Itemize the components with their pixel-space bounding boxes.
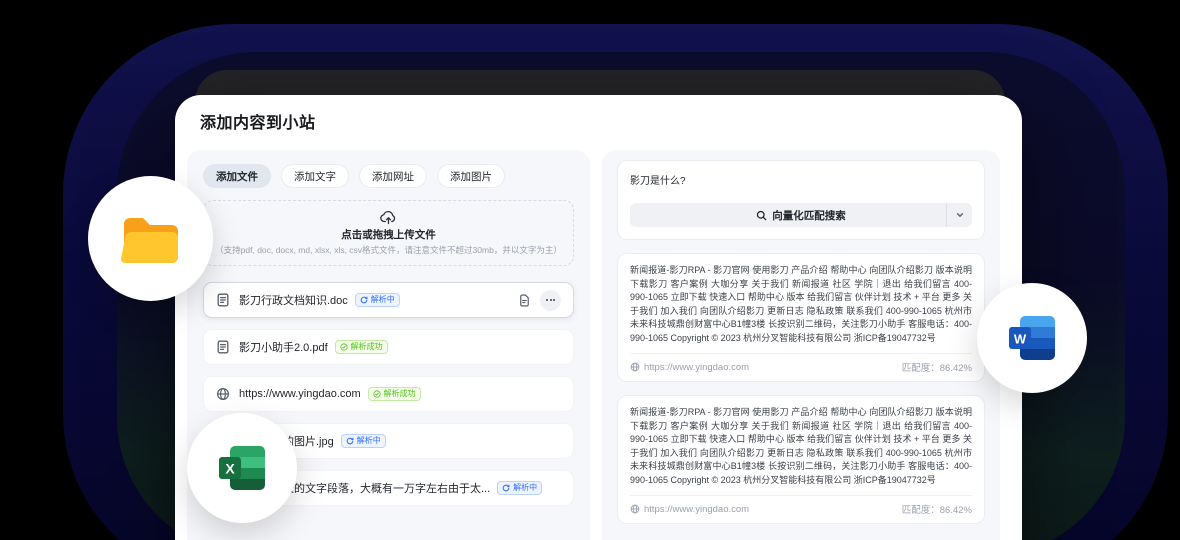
tab-add-file[interactable]: 添加文件 [203, 164, 271, 188]
file-name: 影刀行政文档知识.doc [239, 292, 348, 308]
result-source: https://www.yingdao.com [630, 362, 749, 373]
svg-text:W: W [1014, 332, 1027, 347]
upload-title: 点击或拖拽上传文件 [341, 227, 436, 242]
search-panel: 影刀是什么? 向量化匹配搜索 新闻报道-影刀RPA - 影刀官网 使用影刀 产品… [602, 150, 1000, 540]
main-card: 添加内容到小站 添加文件 添加文字 添加网址 添加图片 点击或拖拽上传文件 （支… [175, 95, 1022, 540]
vector-search-button[interactable]: 向量化匹配搜索 [630, 203, 972, 227]
tab-add-text[interactable]: 添加文字 [281, 164, 349, 188]
folder-decoration [88, 176, 213, 301]
match-score: 匹配度：86.42% [902, 502, 972, 516]
vector-search-label: 向量化匹配搜索 [772, 208, 846, 223]
chevron-down-icon [955, 210, 965, 220]
loading-icon [502, 484, 510, 492]
svg-text:X: X [225, 461, 235, 477]
match-score: 匹配度：86.42% [902, 360, 972, 374]
result-text: 新闻报道-影刀RPA - 影刀官网 使用影刀 产品介绍 帮助中心 向团队介绍影刀… [630, 264, 972, 345]
search-mode-dropdown[interactable] [946, 203, 972, 227]
status-badge: 解析中 [497, 481, 542, 495]
word-icon: W [1007, 315, 1057, 361]
query-card: 影刀是什么? 向量化匹配搜索 [617, 160, 985, 240]
excel-icon: X [217, 445, 267, 491]
status-badge: 解析中 [341, 434, 386, 448]
row-actions [518, 290, 561, 311]
check-circle-icon [340, 343, 348, 351]
file-name: 影刀小助手2.0.pdf [239, 339, 328, 355]
stage: 添加内容到小站 添加文件 添加文字 添加网址 添加图片 点击或拖拽上传文件 （支… [0, 0, 1180, 540]
status-badge: 解析中 [355, 293, 400, 307]
add-content-tabs: 添加文件 添加文字 添加网址 添加图片 [203, 164, 574, 188]
upload-dropzone[interactable]: 点击或拖拽上传文件 （支持pdf, doc, docx, md, xlsx, x… [203, 200, 574, 266]
file-row[interactable]: https://www.yingdao.com 解析成功 [203, 376, 574, 412]
status-badge: 解析成功 [335, 340, 388, 354]
loading-icon [360, 296, 368, 304]
tab-add-image[interactable]: 添加图片 [437, 164, 505, 188]
page-title: 添加内容到小站 [200, 109, 316, 133]
search-result-card: 新闻报道-影刀RPA - 影刀官网 使用影刀 产品介绍 帮助中心 向团队介绍影刀… [617, 395, 985, 524]
file-name: https://www.yingdao.com [239, 388, 361, 400]
file-row[interactable]: 影刀行政文档知识.doc 解析中 [203, 282, 574, 318]
folder-icon [118, 212, 184, 266]
word-decoration: W [977, 283, 1087, 393]
tab-add-url[interactable]: 添加网址 [359, 164, 427, 188]
upload-hint: （支持pdf, doc, docx, md, xlsx, xls, csv格式文… [215, 244, 562, 256]
preview-document-icon[interactable] [518, 294, 531, 307]
check-circle-icon [373, 390, 381, 398]
globe-icon [630, 504, 640, 514]
excel-decoration: X [187, 413, 297, 523]
cloud-upload-icon [380, 210, 397, 225]
globe-icon [216, 387, 230, 401]
search-result-card: 新闻报道-影刀RPA - 影刀官网 使用影刀 产品介绍 帮助中心 向团队介绍影刀… [617, 253, 985, 382]
document-icon [216, 340, 230, 354]
magnifier-icon [756, 210, 767, 221]
file-row[interactable]: 影刀小助手2.0.pdf 解析成功 [203, 329, 574, 365]
result-source: https://www.yingdao.com [630, 504, 749, 515]
result-footer: https://www.yingdao.com 匹配度：86.42% [630, 495, 972, 516]
loading-icon [346, 437, 354, 445]
query-input[interactable]: 影刀是什么? [630, 172, 972, 187]
result-text: 新闻报道-影刀RPA - 影刀官网 使用影刀 产品介绍 帮助中心 向团队介绍影刀… [630, 406, 972, 487]
result-footer: https://www.yingdao.com 匹配度：86.42% [630, 353, 972, 374]
status-badge: 解析成功 [368, 387, 421, 401]
document-icon [216, 293, 230, 307]
globe-icon [630, 362, 640, 372]
more-actions-button[interactable] [540, 290, 561, 311]
